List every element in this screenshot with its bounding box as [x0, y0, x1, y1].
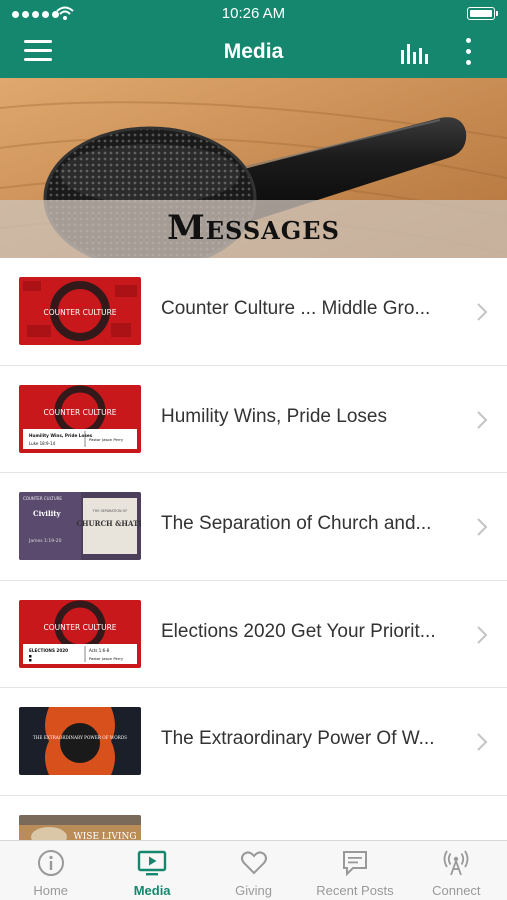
- top-bar: 10:26 AM Media: [0, 0, 507, 78]
- nav-bar: Media: [0, 28, 507, 78]
- banner-title: Messages: [167, 208, 340, 248]
- tab-home[interactable]: Home: [0, 841, 101, 900]
- chevron-right-icon: [477, 410, 488, 429]
- message-thumbnail: COUNTER CULTURE ELECTIONS 2020 Acts 1:6-…: [19, 599, 141, 668]
- tab-label: Recent Posts: [316, 883, 394, 898]
- message-thumbnail: THE EXTRAORDINARY POWER OF WORDS: [19, 707, 141, 776]
- message-title: The Extraordinary Power Of W...: [161, 728, 435, 750]
- tab-label: Giving: [235, 883, 272, 898]
- thumb-text: THE EXTRAORDINARY POWER OF WORDS: [33, 735, 127, 740]
- message-list-item[interactable]: WISE LIVING: [0, 795, 507, 883]
- message-list-item[interactable]: COUNTER CULTURE Humility Wins, Pride Los…: [0, 365, 507, 474]
- thumb-right-main-text: CHURCH &HATE: [76, 519, 141, 528]
- tab-connect[interactable]: Connect: [406, 841, 507, 900]
- message-title: Counter Culture ... Middle Gro...: [161, 298, 431, 319]
- message-thumbnail: COUNTER CULTURE Civility James 1:19-20 T…: [19, 492, 141, 561]
- thumb-series-text: COUNTER CULTURE: [43, 623, 116, 632]
- bottom-tab-bar: Home Media Giving Recent Posts Connect: [0, 840, 507, 900]
- message-list-item[interactable]: THE EXTRAORDINARY POWER OF WORDS The Ext…: [0, 688, 507, 796]
- message-list-item[interactable]: COUNTER CULTURE Civility James 1:19-20 T…: [0, 473, 507, 581]
- thumb-ref-text: James 1:19-20: [28, 538, 62, 544]
- thumb-series-text: COUNTER CULTURE: [43, 308, 116, 317]
- messages-list: COUNTER CULTURE Counter Culture ... Midd…: [0, 258, 507, 883]
- thumb-left-text: Civility: [33, 509, 62, 518]
- chevron-right-icon: [477, 733, 488, 752]
- message-title: The Separation of Church and...: [161, 513, 432, 535]
- message-title: Humility Wins, Pride Loses: [161, 405, 387, 427]
- heart-icon: [240, 851, 267, 875]
- status-bar: 10:26 AM: [0, 0, 507, 28]
- thumb-series-text: COUNTER CULTURE: [43, 408, 116, 417]
- info-icon: [37, 850, 64, 876]
- chat-icon: [342, 851, 367, 877]
- battery-icon: [467, 7, 498, 20]
- thumb-speaker-text: Pastor Jason Perry: [89, 437, 124, 442]
- message-thumbnail: COUNTER CULTURE Humility Wins, Pride Los…: [19, 384, 141, 453]
- thumb-subtitle-text: ELECTIONS 2020: [29, 648, 68, 653]
- thumb-ref-text: Luke 18:9-14: [29, 441, 56, 446]
- chevron-right-icon: [477, 518, 488, 536]
- message-title: Elections 2020 Get Your Priorit...: [161, 620, 436, 642]
- more-options-icon[interactable]: [458, 38, 478, 68]
- audio-levels-icon[interactable]: [400, 42, 430, 64]
- message-list-item[interactable]: COUNTER CULTURE ELECTIONS 2020 Acts 1:6-…: [0, 580, 507, 689]
- chevron-right-icon: [477, 626, 488, 644]
- thumb-right-top-text: THE SEPARATION OF: [92, 509, 128, 513]
- page-title: Media: [223, 40, 284, 63]
- message-thumbnail: COUNTER CULTURE: [19, 277, 141, 345]
- tab-recent-posts[interactable]: Recent Posts: [304, 841, 405, 900]
- message-list-item[interactable]: COUNTER CULTURE Counter Culture ... Midd…: [0, 258, 507, 366]
- thumb-subtitle-text: Humility Wins, Pride Loses: [29, 433, 93, 438]
- tab-label: Connect: [432, 883, 481, 898]
- thumb-series-text: COUNTER CULTURE: [23, 496, 62, 501]
- tab-giving[interactable]: Giving: [203, 841, 304, 900]
- media-play-icon: [137, 850, 167, 876]
- thumb-speaker-text: Pastor Jason Perry: [89, 656, 124, 661]
- tab-label: Media: [133, 883, 171, 898]
- thumb-ref-text: Acts 1:6-8: [89, 648, 110, 653]
- tab-media[interactable]: Media: [101, 841, 202, 900]
- tab-label: Home: [33, 883, 69, 898]
- messages-banner: Messages: [0, 78, 507, 258]
- broadcast-icon: [443, 850, 469, 876]
- chevron-right-icon: [477, 303, 488, 321]
- status-time: 10:26 AM: [221, 5, 286, 22]
